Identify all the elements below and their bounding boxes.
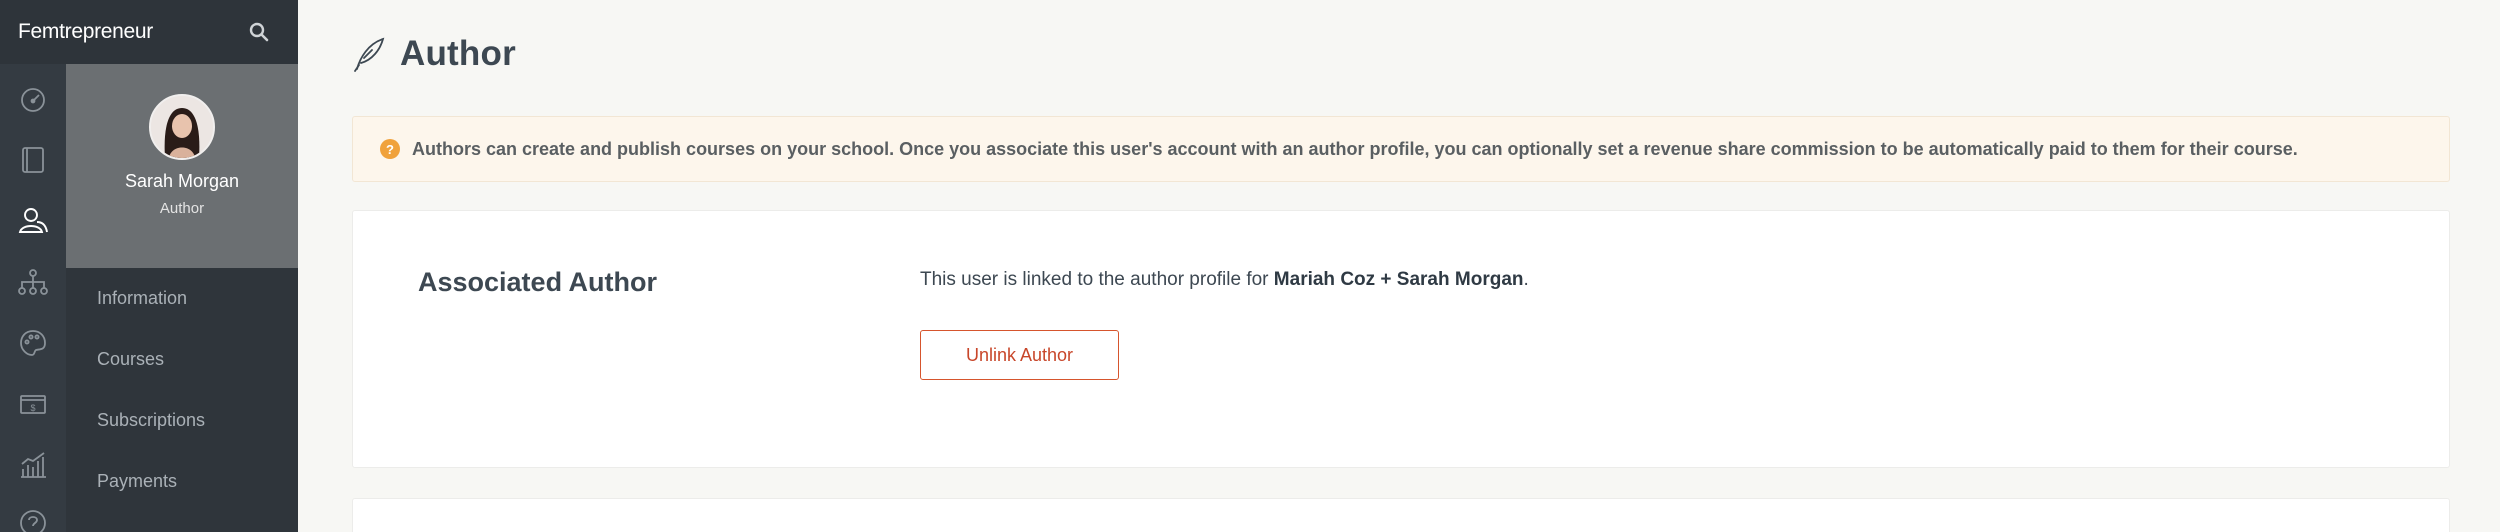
palette-icon (20, 330, 46, 356)
profile-name: Sarah Morgan (124, 171, 240, 191)
top-brand-bar: Femtrepreneur (0, 0, 298, 64)
info-notice: ? Authors can create and publish courses… (352, 116, 2450, 182)
author-name: Mariah Coz + Sarah Morgan (1273, 269, 1524, 290)
user-sidebar: Sarah Morgan Author Information Courses … (66, 64, 298, 532)
brand-name: Femtrepreneur (18, 20, 153, 43)
page-header: Author (352, 34, 516, 74)
quill-icon (354, 37, 385, 72)
rail-item-courses[interactable] (0, 137, 66, 183)
author-link-prefix: This user is linked to the author profil… (920, 269, 1274, 290)
search-icon (249, 22, 269, 42)
rail-item-users[interactable] (0, 198, 66, 244)
dashboard-gauge-icon (21, 88, 45, 112)
profile-role: Author (159, 200, 205, 217)
icon-rail: $ (0, 64, 66, 532)
rail-item-dashboard[interactable] (0, 76, 66, 122)
rail-item-sales[interactable]: $ (0, 381, 66, 427)
help-icon (20, 510, 46, 532)
page-title: Author (400, 34, 516, 73)
subnav-item-subscriptions[interactable]: Subscriptions (66, 390, 298, 451)
users-icon (18, 208, 48, 233)
author-link-suffix: . (1523, 269, 1529, 290)
next-section-card (352, 498, 2450, 532)
subnav-item-information[interactable]: Information (66, 268, 298, 329)
avatar (149, 94, 215, 160)
book-icon (22, 147, 44, 173)
profile-card: Sarah Morgan Author (66, 64, 298, 268)
rail-item-help[interactable] (0, 500, 66, 532)
associated-author-card: Associated Author This user is linked to… (352, 210, 2450, 468)
section-title: Associated Author (418, 267, 658, 297)
subnav-item-courses[interactable]: Courses (66, 329, 298, 390)
money-icon: $ (20, 395, 46, 414)
search-button[interactable] (246, 19, 272, 45)
notice-text: Authors can create and publish courses o… (412, 138, 2298, 159)
rail-item-theme[interactable] (0, 320, 66, 366)
question-icon: ? (380, 139, 400, 159)
svg-text:$: $ (30, 403, 35, 413)
chart-icon (21, 452, 46, 478)
avatar-portrait (151, 96, 213, 158)
main-content: Author ? Authors can create and publish … (298, 0, 2500, 532)
subnav-item-payments[interactable]: Payments (66, 451, 298, 512)
rail-item-sitemap[interactable] (0, 259, 66, 305)
unlink-author-button[interactable]: Unlink Author (920, 330, 1119, 380)
sitemap-icon (18, 269, 48, 295)
rail-item-reports[interactable] (0, 442, 66, 488)
author-link-text: This user is linked to the author profil… (920, 269, 1529, 291)
